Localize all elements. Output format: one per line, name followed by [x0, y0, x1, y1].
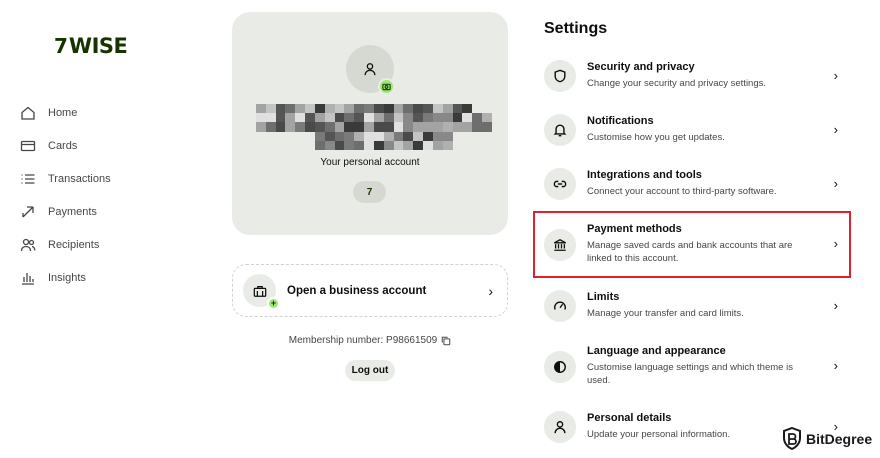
- settings-item-title: Integrations and tools: [587, 169, 702, 181]
- profile-card: Your personal account 7: [232, 12, 508, 235]
- chevron-right-icon: ›: [833, 358, 838, 373]
- settings-item-desc: Manage your transfer and card limits.: [587, 308, 744, 319]
- chevron-right-icon: ›: [833, 122, 838, 137]
- link-icon: [553, 180, 567, 188]
- settings-item-limits[interactable]: Limits Manage your transfer and card lim…: [544, 290, 844, 322]
- sidebar-item-cards[interactable]: Cards: [20, 129, 111, 162]
- settings-icon-wrap: [544, 114, 576, 146]
- bitdegree-watermark: BitDegree: [782, 427, 872, 450]
- settings-item-notifications[interactable]: Notifications Customise how you get upda…: [544, 114, 844, 146]
- briefcase-icon: [253, 285, 266, 297]
- membership-number: Membership number: P98661509: [232, 335, 508, 346]
- redacted-account-name: [256, 104, 492, 150]
- logout-button[interactable]: Log out: [345, 360, 395, 381]
- settings-item-title: Security and privacy: [587, 61, 695, 73]
- settings-item-title: Limits: [587, 291, 620, 303]
- card-icon: [20, 140, 36, 151]
- highlight-box: [533, 211, 851, 278]
- settings-icon-wrap: [544, 411, 576, 443]
- wise-logo[interactable]: 7 WISE: [54, 34, 128, 58]
- bitdegree-shield-icon: [783, 427, 801, 450]
- settings-item-title: Notifications: [587, 115, 654, 127]
- bar-chart-icon: [22, 272, 34, 285]
- chevron-right-icon: ›: [833, 68, 838, 83]
- business-label: Open a business account: [287, 284, 427, 297]
- settings-item-desc: Change your security and privacy setting…: [587, 78, 767, 89]
- logo-text: WISE: [68, 34, 128, 58]
- chevron-right-icon: ›: [833, 176, 838, 191]
- settings-item-title: Language and appearance: [587, 345, 726, 357]
- chevron-right-icon: ›: [833, 298, 838, 313]
- sidebar-item-insights[interactable]: Insights: [20, 261, 111, 294]
- person-icon: [364, 63, 376, 76]
- person-icon: [554, 421, 566, 434]
- wise-account-pill[interactable]: 7: [353, 181, 386, 203]
- sidebar-item-label: Transactions: [48, 172, 111, 185]
- account-label: Your personal account: [320, 157, 420, 168]
- sidebar-item-label: Cards: [48, 139, 78, 152]
- settings-item-desc: Connect your account to third-party soft…: [587, 186, 777, 197]
- sidebar-item-transactions[interactable]: Transactions: [20, 162, 111, 195]
- shield-icon: [554, 69, 566, 83]
- settings-icon-wrap: [544, 60, 576, 92]
- settings-item-desc: Customise how you get updates.: [587, 132, 725, 143]
- contrast-icon: [554, 361, 566, 373]
- camera-badge[interactable]: [378, 78, 395, 95]
- settings-item-title: Personal details: [587, 412, 672, 424]
- settings-item-desc: Customise language settings and which th…: [587, 362, 793, 386]
- settings-item-desc: Update your personal information.: [587, 429, 731, 440]
- logo-mark: 7: [54, 34, 68, 58]
- sidebar-nav: Home Cards Transactions Payments Recipie…: [20, 96, 111, 294]
- chevron-right-icon: ›: [488, 282, 493, 299]
- plus-icon: +: [267, 297, 280, 310]
- settings-item-integrations[interactable]: Integrations and tools Connect your acco…: [544, 168, 844, 200]
- membership-text: Membership number: P98661509: [288, 335, 438, 346]
- sidebar-item-label: Home: [48, 106, 78, 119]
- settings-icon-wrap: [544, 290, 576, 322]
- sidebar-item-payments[interactable]: Payments: [20, 195, 111, 228]
- settings-item-security[interactable]: Security and privacy Change your securit…: [544, 60, 844, 92]
- sidebar-item-label: Recipients: [48, 238, 100, 251]
- copy-icon[interactable]: [441, 336, 451, 346]
- camera-icon: [382, 83, 391, 91]
- briefcase-icon-wrap: +: [243, 274, 280, 310]
- settings-item-language-appearance[interactable]: Language and appearance Customise langua…: [544, 344, 844, 387]
- sidebar-item-label: Insights: [48, 271, 86, 284]
- settings-icon-wrap: [544, 351, 576, 383]
- people-icon: [20, 238, 36, 251]
- transfer-arrows-icon: [22, 205, 34, 217]
- list-icon: [21, 173, 35, 184]
- open-business-account-button[interactable]: + Open a business account ›: [232, 264, 508, 317]
- sidebar-item-label: Payments: [48, 205, 97, 218]
- speedometer-icon: [554, 301, 566, 310]
- sidebar-item-home[interactable]: Home: [20, 96, 111, 129]
- bell-icon: [553, 124, 567, 137]
- settings-title: Settings: [544, 20, 608, 37]
- settings-icon-wrap: [544, 168, 576, 200]
- sidebar-item-recipients[interactable]: Recipients: [20, 228, 111, 261]
- home-icon: [21, 106, 35, 120]
- watermark-text: BitDegree: [806, 430, 873, 447]
